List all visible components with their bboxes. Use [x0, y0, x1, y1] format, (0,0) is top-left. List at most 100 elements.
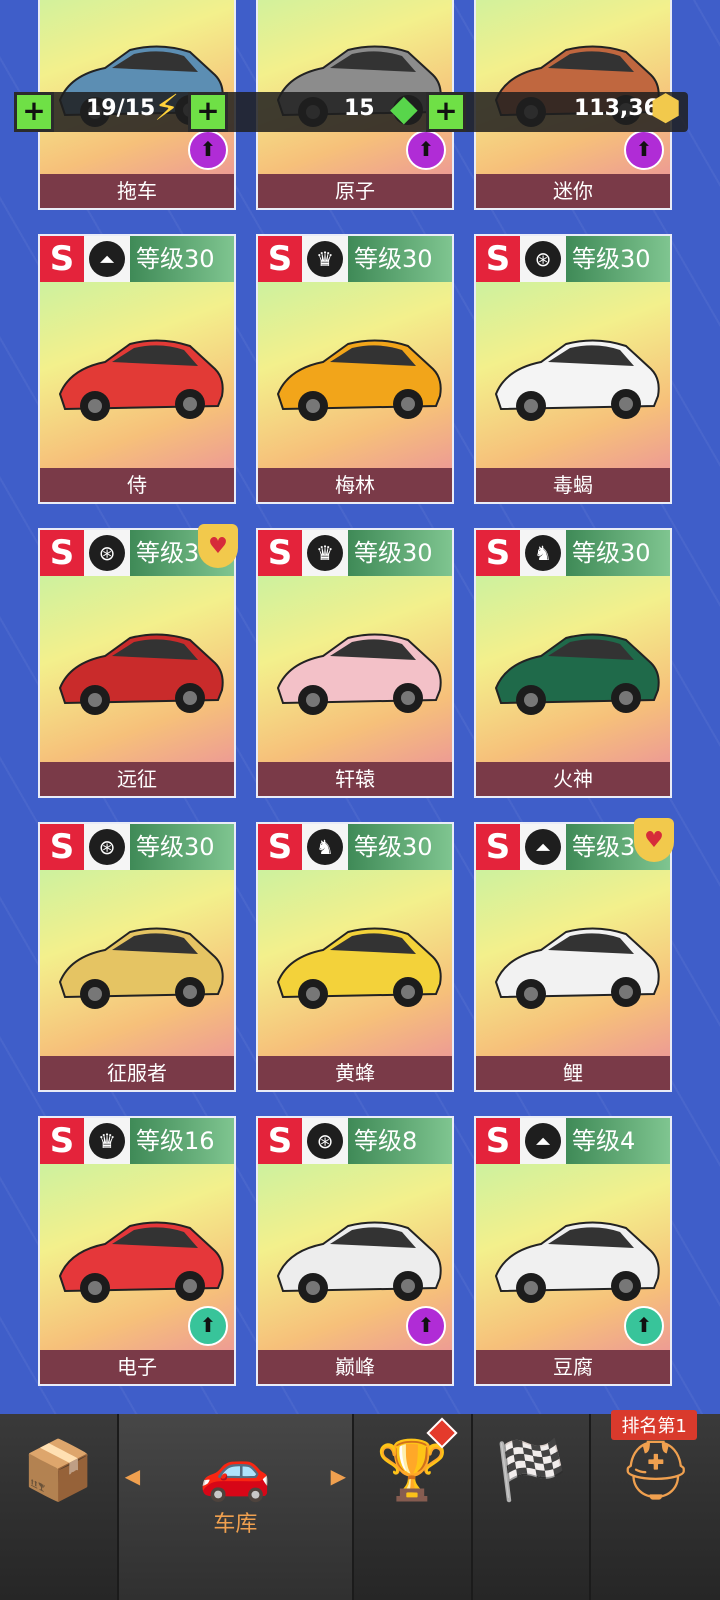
tier-badge: S	[40, 824, 84, 870]
tire-icon: ⊛	[84, 530, 130, 576]
coin-icon: ⬢	[650, 88, 682, 129]
upgrade-arrow-icon[interactable]: ⬆	[188, 1306, 228, 1346]
car-name: 拖车	[40, 174, 234, 208]
upgrade-arrow-icon[interactable]: ⬆	[406, 1306, 446, 1346]
add-energy-button[interactable]: +	[14, 92, 54, 132]
tire-icon-glyph: ⊛	[89, 829, 125, 865]
level-label: 等级4	[566, 1118, 670, 1164]
checkered-flags-icon: 🏁	[494, 1436, 568, 1504]
tab-garage[interactable]: ◀ 🚗 ▶ 车库	[118, 1414, 355, 1600]
rank-badge: 排名第1	[611, 1410, 697, 1440]
energy-value: 19/15	[86, 96, 156, 121]
car-card[interactable]: S ♞ 等级30 黄蜂	[256, 822, 454, 1092]
tier-badge: S	[258, 530, 302, 576]
favorite-heart-icon[interactable]: ♥	[198, 524, 238, 568]
road-icon-glyph: ⏶	[89, 241, 125, 277]
car-name: 黄蜂	[258, 1056, 452, 1090]
card-header: S ⏶ 等级4	[476, 1118, 670, 1164]
gem-icon: ◆	[390, 88, 418, 129]
car-name: 原子	[258, 174, 452, 208]
garage-label: 车库	[213, 1512, 258, 1537]
level-label: 等级8	[348, 1118, 452, 1164]
level-label: 等级30	[566, 236, 670, 282]
card-header: S ♞ 等级30	[476, 530, 670, 576]
arrow-left-icon[interactable]: ◀	[125, 1464, 140, 1488]
card-header: S ⏶ 等级30	[40, 236, 234, 282]
car-name: 巅峰	[258, 1350, 452, 1384]
car-image	[58, 927, 224, 1009]
resource-bar: 19/15 ⚡ + 15 ◆ + 113,368 ⬢ +	[14, 88, 704, 138]
tire-icon: ⊛	[520, 236, 566, 282]
gem-resource: 15 ◆	[204, 88, 434, 132]
car-card[interactable]: S ⏶ 等级4 豆腐 ⬆	[474, 1116, 672, 1386]
car-image	[494, 927, 660, 1009]
horse-icon-glyph: ♞	[525, 535, 561, 571]
car-image	[276, 633, 442, 715]
level-label: 等级30	[348, 530, 452, 576]
lightning-icon: ⚡	[154, 88, 180, 129]
car-card[interactable]: S ⏶ 等级30 鲤	[474, 822, 672, 1092]
card-header: S ⊛ 等级30	[40, 824, 234, 870]
car-image	[494, 1221, 660, 1303]
tire-icon-glyph: ⊛	[525, 241, 561, 277]
car-image	[494, 339, 660, 421]
level-label: 等级30	[130, 824, 234, 870]
horse-icon: ♞	[302, 824, 348, 870]
car-card[interactable]: S ⏶ 等级30 侍	[38, 234, 236, 504]
arrow-right-icon[interactable]: ▶	[331, 1464, 346, 1488]
car-name: 征服者	[40, 1056, 234, 1090]
tab-events[interactable]: 🏆	[354, 1414, 473, 1600]
road-icon-glyph: ⏶	[525, 1123, 561, 1159]
tier-badge: S	[40, 236, 84, 282]
car-card[interactable]: S ⊛ 等级8 巅峰 ⬆	[256, 1116, 454, 1386]
favorite-heart-icon[interactable]: ♥	[634, 818, 674, 862]
car-image	[494, 633, 660, 715]
add-gems-button[interactable]: +	[188, 92, 228, 132]
car-name: 火神	[476, 762, 670, 796]
tier-badge: S	[40, 530, 84, 576]
car-name: 迷你	[476, 174, 670, 208]
tier-badge: S	[476, 530, 520, 576]
tab-shop[interactable]: 📦	[0, 1414, 119, 1600]
tire-icon-glyph: ⊛	[89, 535, 125, 571]
crown-icon-glyph: ♛	[307, 535, 343, 571]
tab-profile[interactable]: 排名第1 ⛑	[591, 1410, 720, 1600]
level-label: 等级30	[348, 236, 452, 282]
car-image	[58, 1221, 224, 1303]
tab-race[interactable]: 🏁	[473, 1414, 592, 1600]
level-label: 等级30	[348, 824, 452, 870]
car-card[interactable]: S ♛ 等级30 轩辕	[256, 528, 454, 798]
car-image	[276, 927, 442, 1009]
car-card[interactable]: S ♛ 等级30 梅林	[256, 234, 454, 504]
tier-badge: S	[258, 824, 302, 870]
car-name: 电子	[40, 1350, 234, 1384]
car-card[interactable]: S ♛ 等级16 电子 ⬆	[38, 1116, 236, 1386]
level-label: 等级16	[130, 1118, 234, 1164]
tier-badge: S	[476, 1118, 520, 1164]
crown-icon-glyph: ♛	[89, 1123, 125, 1159]
heart-glyph: ♥	[644, 827, 664, 853]
tier-badge: S	[476, 236, 520, 282]
car-image	[58, 633, 224, 715]
tier-badge: S	[476, 824, 520, 870]
level-label: 等级30	[566, 530, 670, 576]
upgrade-arrow-icon[interactable]: ⬆	[624, 1306, 664, 1346]
road-icon: ⏶	[520, 824, 566, 870]
crown-icon: ♛	[302, 530, 348, 576]
add-coins-button[interactable]: +	[426, 92, 466, 132]
trophy-icon: 🏆	[376, 1436, 449, 1504]
horse-icon-glyph: ♞	[307, 829, 343, 865]
tier-badge: S	[258, 1118, 302, 1164]
car-name: 豆腐	[476, 1350, 670, 1384]
car-card[interactable]: S ♞ 等级30 火神	[474, 528, 672, 798]
car-card[interactable]: S ⊛ 等级30 毒蝎	[474, 234, 672, 504]
car-card[interactable]: S ⊛ 等级30 远征	[38, 528, 236, 798]
car-image	[58, 339, 224, 421]
tire-icon-glyph: ⊛	[307, 1123, 343, 1159]
car-name: 远征	[40, 762, 234, 796]
card-header: S ♛ 等级30	[258, 530, 452, 576]
car-card[interactable]: S ⊛ 等级30 征服者	[38, 822, 236, 1092]
crown-icon: ♛	[302, 236, 348, 282]
coin-resource: 113,368 ⬢	[444, 88, 688, 132]
gem-value: 15	[344, 96, 375, 121]
